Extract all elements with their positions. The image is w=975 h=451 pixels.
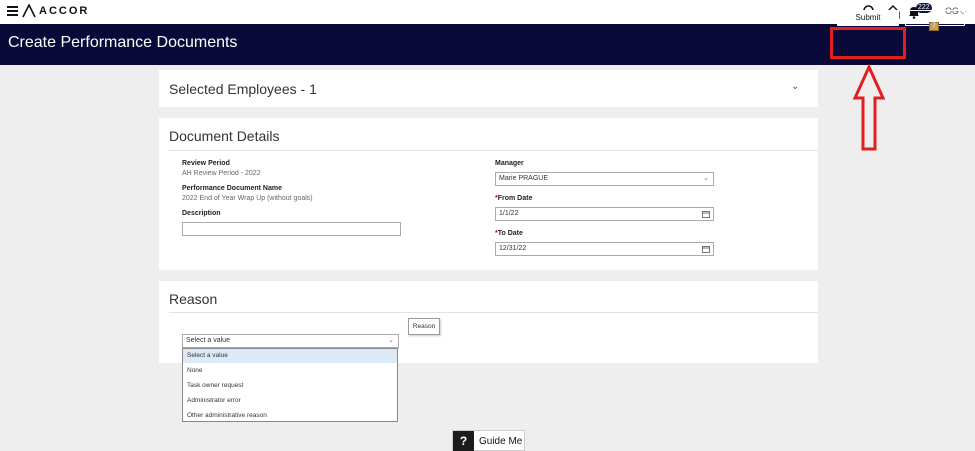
- brand-name: ACCOR: [39, 5, 90, 17]
- top-bar: ACCOR 222 OG ⌵: [0, 0, 975, 24]
- description-label: Description: [182, 210, 221, 217]
- guide-me-button[interactable]: ? Guide Me: [452, 430, 525, 451]
- from-date-input[interactable]: 1/1/22: [495, 207, 714, 221]
- review-period-value: AH Review Period - 2022: [182, 170, 261, 177]
- selected-employees-panel[interactable]: Selected Employees - 1 ⌄: [159, 70, 818, 107]
- accor-logo-icon: [22, 4, 36, 18]
- divider: [169, 150, 818, 151]
- to-date-label-text: To Date: [497, 230, 523, 237]
- dropdown-option[interactable]: Administrator error: [183, 394, 397, 408]
- page-title: Create Performance Documents: [8, 34, 238, 51]
- dropdown-option[interactable]: Select a value: [183, 349, 397, 363]
- submit-highlight: [830, 27, 906, 59]
- reason-dropdown-list: Select a value None Task owner request A…: [182, 348, 398, 422]
- doc-name-label: Performance Document Name: [182, 185, 282, 192]
- page-header: Create Performance Documents: [0, 24, 975, 65]
- from-date-label-text: From Date: [497, 195, 533, 202]
- menu-icon[interactable]: [7, 6, 18, 16]
- guide-me-label: Guide Me: [479, 436, 523, 447]
- selected-employees-title: Selected Employees - 1: [169, 81, 317, 97]
- review-period-label: Review Period: [182, 160, 230, 167]
- to-date-input[interactable]: 12/31/22: [495, 242, 714, 256]
- chevron-down-icon: ⌄: [388, 337, 394, 344]
- chevron-down-icon: ⌄: [703, 175, 709, 182]
- to-date-value: 12/31/22: [499, 245, 527, 252]
- from-date-value: 1/1/22: [499, 210, 519, 217]
- chevron-down-icon[interactable]: ⌄: [791, 81, 799, 92]
- reason-select[interactable]: Select a value ⌄: [182, 334, 399, 348]
- calendar-icon[interactable]: [702, 210, 710, 218]
- manager-value: Marie PRAGUE: [499, 175, 549, 182]
- reason-select-value: Select a value: [186, 337, 230, 344]
- manager-label: Manager: [495, 160, 524, 167]
- help-icon: ?: [453, 431, 474, 451]
- to-date-label: *To Date: [495, 230, 523, 237]
- reason-title: Reason: [169, 291, 218, 307]
- dropdown-option[interactable]: Other administrative reason: [183, 409, 397, 423]
- document-details-panel: Document Details Review Period AH Review…: [159, 118, 818, 270]
- document-details-title: Document Details: [169, 128, 280, 144]
- description-input[interactable]: [182, 222, 401, 236]
- reason-tooltip: Reason: [408, 318, 440, 335]
- divider: [169, 312, 818, 313]
- submit-button[interactable]: Submit: [837, 10, 899, 26]
- from-date-label: *From Date: [495, 195, 532, 202]
- arrow-up-annotation: [852, 64, 886, 151]
- manager-select[interactable]: Marie PRAGUE ⌄: [495, 172, 714, 186]
- calendar-icon[interactable]: [702, 245, 710, 253]
- dropdown-option[interactable]: None: [183, 364, 397, 378]
- doc-name-value: 2022 End of Year Wrap Up (without goals): [182, 195, 313, 202]
- dropdown-option[interactable]: Task owner request: [183, 379, 397, 393]
- step-tag: 7: [929, 22, 939, 31]
